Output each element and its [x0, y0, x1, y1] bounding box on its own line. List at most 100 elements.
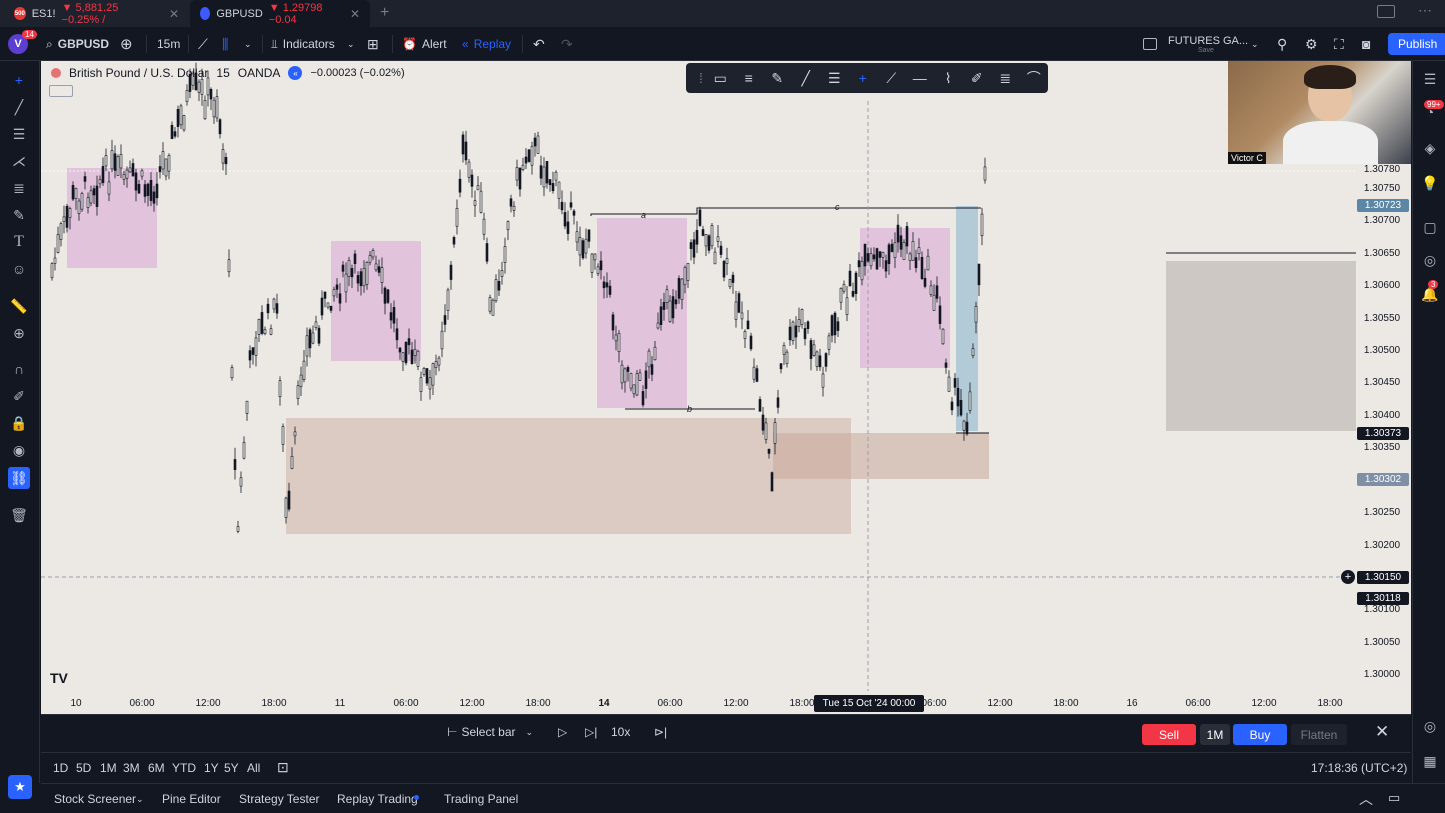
go-to-date-calendar-icon[interactable]: ⊡ [277, 759, 289, 776]
indicators-button[interactable]: ⫫ Indicators [271, 27, 335, 61]
replay-mode-icon[interactable]: « [288, 66, 303, 80]
browser-tab-gbpusd[interactable]: GBPUSD ▼ 1.29798 −0.04 ✕ [190, 0, 370, 27]
browser-tab-es1[interactable]: 500 ES1! ▼ 5,881.25 −0.25% / ✕ [4, 0, 189, 27]
publish-button[interactable]: Publish [1388, 27, 1445, 61]
close-replay-icon[interactable]: ✕ [1375, 722, 1389, 742]
pen-icon[interactable]: ✎ [763, 63, 792, 93]
horizontal-lines-icon[interactable]: ☰ [8, 123, 30, 145]
jump-realtime-icon[interactable]: ⊳| [654, 725, 667, 739]
tab-replay-trading[interactable]: Replay Trading [337, 792, 418, 806]
crosshair-icon[interactable]: + [848, 63, 877, 93]
new-tab-icon[interactable]: + [380, 4, 389, 22]
trendline-icon[interactable]: ╱ [8, 96, 30, 118]
chevron-down-icon[interactable]: ⌄ [347, 27, 355, 61]
close-tab-icon[interactable]: ✕ [169, 7, 179, 21]
maximize-panel-icon[interactable]: ▭ [1388, 790, 1400, 806]
magnet-icon[interactable]: ∩ [8, 358, 30, 380]
drag-handle-icon[interactable]: ⁞ [696, 63, 706, 93]
range-ytd[interactable]: YTD [172, 761, 196, 775]
range-all[interactable]: All [247, 761, 260, 775]
chat-icon[interactable]: ▢ [1419, 216, 1441, 238]
lock-draw-icon[interactable]: ✐ [8, 385, 30, 407]
watchlist-icon[interactable]: ☰ [1419, 68, 1441, 90]
layout-name[interactable]: FUTURES GA... Save [1168, 27, 1248, 61]
compare-add-icon[interactable]: ⊕ [120, 27, 133, 61]
chevron-up-icon[interactable]: ︿ [1359, 789, 1373, 809]
buy-button[interactable]: Buy [1233, 724, 1287, 745]
undo-icon[interactable]: ↶ [533, 27, 545, 61]
range-3m[interactable]: 3M [123, 761, 140, 775]
camera-snapshot-icon[interactable]: ◙ [1362, 27, 1370, 61]
profile-avatar[interactable]: V 14 [8, 27, 37, 61]
fullscreen-icon[interactable]: ⛶ [1334, 27, 1344, 61]
path-icon[interactable]: ⌇ [934, 63, 963, 93]
tab-strategy-tester[interactable]: Strategy Tester [239, 792, 319, 806]
ruler-icon[interactable]: 📏 [8, 295, 30, 317]
close-tab-icon[interactable]: ✕ [350, 7, 360, 21]
window-icon[interactable] [1377, 5, 1395, 18]
interval-button[interactable]: 15m [157, 27, 180, 61]
symbol-search[interactable]: ⌕ GBPUSD [46, 27, 109, 61]
trendline-icon[interactable]: ╱ [791, 63, 820, 93]
chevron-down-icon[interactable]: ⌄ [136, 794, 144, 805]
eye-icon[interactable]: ◉ [8, 439, 30, 461]
tab-trading-panel[interactable]: Trading Panel [444, 792, 518, 806]
tab-pine-editor[interactable]: Pine Editor [162, 792, 221, 806]
pitchfork-icon[interactable]: ⋌ [8, 150, 30, 172]
add-alert-plus-icon[interactable]: + [1341, 570, 1355, 584]
line-chart-icon[interactable]: ⟋ [198, 27, 208, 61]
brush-icon[interactable]: ✐ [962, 63, 991, 93]
redo-icon[interactable]: ↷ [561, 27, 573, 61]
price-chart-canvas[interactable] [41, 61, 1411, 714]
rectangle-icon[interactable]: ▭ [706, 63, 735, 93]
tab-stock-screener[interactable]: Stock Screener [54, 792, 136, 806]
chevron-down-icon[interactable]: ⌄ [244, 27, 252, 61]
select-bar-button[interactable]: ⊢ Select bar ⌄ [447, 725, 533, 739]
ideas-bulb-icon[interactable]: 💡 [1419, 172, 1441, 194]
flatten-button[interactable]: Flatten [1291, 724, 1347, 745]
brush-icon[interactable]: ✎ [8, 204, 30, 226]
horizontal-line-icon[interactable]: — [905, 63, 934, 93]
settings-gear-icon[interactable]: ⚙ [1305, 27, 1318, 61]
range-1m[interactable]: 1M [100, 761, 117, 775]
crosshair-icon[interactable]: + [8, 69, 30, 91]
range-1d[interactable]: 1D [53, 761, 68, 775]
ray-icon[interactable]: ⟋ [877, 63, 906, 93]
chart-pane[interactable]: British Pound / U.S. Dollar 15 OANDA « −… [41, 61, 1411, 714]
sell-button[interactable]: Sell [1142, 724, 1196, 745]
range-5d[interactable]: 5D [76, 761, 91, 775]
range-1y[interactable]: 1Y [204, 761, 219, 775]
streams-icon[interactable]: ◎ [1419, 249, 1441, 271]
step-forward-icon[interactable]: ▷| [585, 725, 597, 739]
chevron-down-icon[interactable]: ⌄ [1251, 27, 1259, 61]
text-tool-icon[interactable]: T [8, 231, 30, 253]
alert-button[interactable]: ⏰ Alert [402, 27, 447, 61]
calendar-icon[interactable]: ▦ [1419, 750, 1441, 772]
quick-search-icon[interactable]: ⚲ [1277, 27, 1287, 61]
more-icon[interactable]: ⋯ [1418, 2, 1432, 19]
templates-icon[interactable]: ⊞ [367, 27, 379, 61]
lock-icon[interactable]: 🔒 [8, 412, 30, 434]
candles-icon[interactable]: ⫼ [222, 27, 228, 61]
fib-icon[interactable]: ☰ [820, 63, 849, 93]
replay-button[interactable]: « Replay [462, 27, 511, 61]
parallel-channel-icon[interactable]: ≡ [734, 63, 763, 93]
link-icon[interactable]: ⛓ [8, 467, 30, 489]
curve-icon[interactable]: ⌒ [1019, 63, 1048, 93]
star-watchlist-icon[interactable]: ★ [8, 775, 32, 799]
speed-button[interactable]: 10x [611, 725, 630, 739]
zoom-in-icon[interactable]: ⊕ [8, 322, 30, 344]
menu-lines-icon[interactable]: ≣ [991, 63, 1020, 93]
range-6m[interactable]: 6M [148, 761, 165, 775]
range-5y[interactable]: 5Y [224, 761, 239, 775]
collapse-legend-icon[interactable] [49, 85, 73, 97]
layout-button[interactable] [1143, 27, 1157, 61]
play-icon[interactable]: ▷ [558, 725, 567, 739]
compass-icon[interactable]: ◎ [1419, 715, 1441, 737]
emoji-icon[interactable]: ☺ [8, 258, 30, 280]
trash-icon[interactable]: 🗑 [8, 504, 30, 526]
fib-icon[interactable]: ≣ [8, 177, 30, 199]
layers-icon[interactable]: ◈ [1419, 137, 1441, 159]
clock-display[interactable]: 17:18:36 (UTC+2) [1311, 761, 1407, 775]
quantity-field[interactable]: 1M [1200, 724, 1230, 745]
